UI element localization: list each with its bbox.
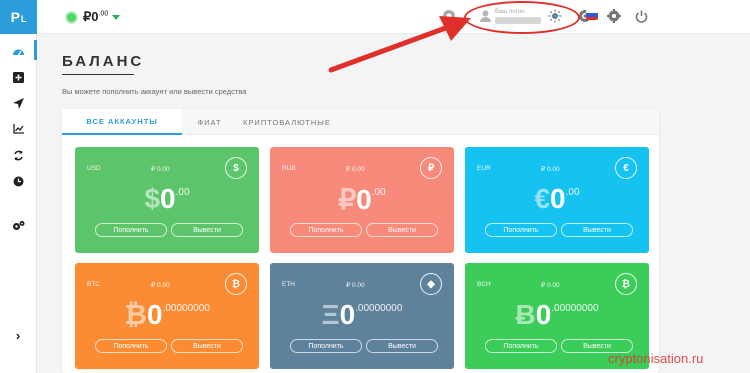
deposit-button[interactable]: Пополнить — [95, 223, 167, 237]
card-balance: ₿0.00000000 — [124, 299, 210, 330]
total-balance: ₽0.00 — [83, 9, 109, 24]
tab-crypto[interactable]: КРИПТОВАЛЮТНЫЕ — [237, 109, 337, 135]
card-currency: EUR — [477, 165, 491, 172]
tab-all-accounts[interactable]: ВСЕ АККАУНТЫ — [62, 109, 182, 135]
tabs-bar: ВСЕ АККАУНТЫ ФИАТ КРИПТОВАЛЮТНЫЕ — [62, 109, 659, 135]
settings-gear-icon[interactable] — [606, 8, 622, 24]
account-card-eur: EUR ₽ 0.00 € €0.00 Пополнить Вывести — [465, 147, 649, 253]
card-currency: BTC — [87, 281, 100, 288]
account-card-usd: USD ₽ 0.00 $ $0.00 Пополнить Вывести — [75, 147, 259, 253]
currency-icon: ₿ — [615, 273, 637, 295]
send-icon[interactable] — [11, 96, 25, 110]
highlight-ellipse — [464, 1, 580, 34]
card-rub-equivalent: ₽ 0.00 — [541, 282, 560, 289]
balance-selector[interactable]: ₽0.00 — [65, 9, 121, 25]
card-rub-equivalent: ₽ 0.00 — [151, 166, 170, 173]
card-rub-equivalent: ₽ 0.00 — [346, 166, 365, 173]
account-card-btc: BTC ₽ 0.00 ₿ ₿0.00000000 Пополнить Вывести — [75, 263, 259, 369]
card-balance: Ƀ0.00000000 — [515, 299, 599, 330]
account-card-eth: ETH ₽ 0.00 ◆ Ξ0.00000000 Пополнить Вывести — [270, 263, 454, 369]
chart-icon[interactable] — [11, 122, 25, 136]
chevron-down-icon — [112, 14, 121, 20]
tab-fiat[interactable]: ФИАТ — [182, 109, 237, 135]
card-currency: USD — [87, 165, 101, 172]
exchange-icon[interactable] — [11, 148, 25, 162]
dashboard-icon[interactable] — [11, 44, 25, 58]
annotation-arrow — [328, 16, 471, 73]
deposit-button[interactable]: Пополнить — [290, 339, 362, 353]
app-logo[interactable]: PL — [0, 0, 37, 34]
card-balance: ₽0.00 — [338, 184, 386, 215]
card-currency: ETH — [282, 281, 295, 288]
watermark: cryptonisation.ru — [608, 351, 704, 366]
balance-status-icon — [65, 10, 78, 24]
history-icon[interactable] — [11, 174, 25, 188]
card-rub-equivalent: ₽ 0.00 — [151, 282, 170, 289]
logout-icon[interactable] — [633, 8, 649, 24]
account-card-rub: RUB ₽ 0.00 ₽ ₽0.00 Пополнить Вывести — [270, 147, 454, 253]
sidebar-expand-icon[interactable]: › — [11, 328, 25, 343]
card-rub-equivalent: ₽ 0.00 — [346, 282, 365, 289]
withdraw-button[interactable]: Вывести — [366, 339, 438, 353]
sidebar: PL › — [0, 0, 37, 373]
add-wallet-icon[interactable] — [11, 70, 25, 84]
currency-icon: ◆ — [420, 273, 442, 295]
currency-icon: ₿ — [225, 273, 247, 295]
title-underline — [62, 74, 134, 75]
nav-active-indicator — [34, 40, 37, 60]
currency-icon: € — [615, 157, 637, 179]
deposit-button[interactable]: Пополнить — [290, 223, 362, 237]
card-balance: €0.00 — [534, 183, 580, 214]
settings-icon[interactable] — [11, 218, 25, 232]
language-flag-icon[interactable] — [586, 10, 598, 20]
currency-icon: ₽ — [420, 157, 442, 179]
card-currency: RUB — [282, 165, 296, 172]
withdraw-button[interactable]: Вывести — [561, 223, 633, 237]
card-balance: $0.00 — [144, 183, 190, 214]
card-rub-equivalent: ₽ 0.00 — [541, 166, 560, 173]
deposit-button[interactable]: Пополнить — [485, 339, 557, 353]
card-balance: Ξ0.00000000 — [321, 299, 403, 330]
currency-icon: $ — [225, 157, 247, 179]
withdraw-button[interactable]: Вывести — [171, 339, 243, 353]
page-subtitle: Вы можете пополнить аккаунт или вывести … — [62, 87, 247, 96]
withdraw-button[interactable]: Вывести — [366, 223, 438, 237]
page-title: БАЛАНС — [62, 53, 145, 70]
deposit-button[interactable]: Пополнить — [95, 339, 167, 353]
card-currency: BCH — [477, 281, 491, 288]
deposit-button[interactable]: Пополнить — [485, 223, 557, 237]
withdraw-button[interactable]: Вывести — [171, 223, 243, 237]
